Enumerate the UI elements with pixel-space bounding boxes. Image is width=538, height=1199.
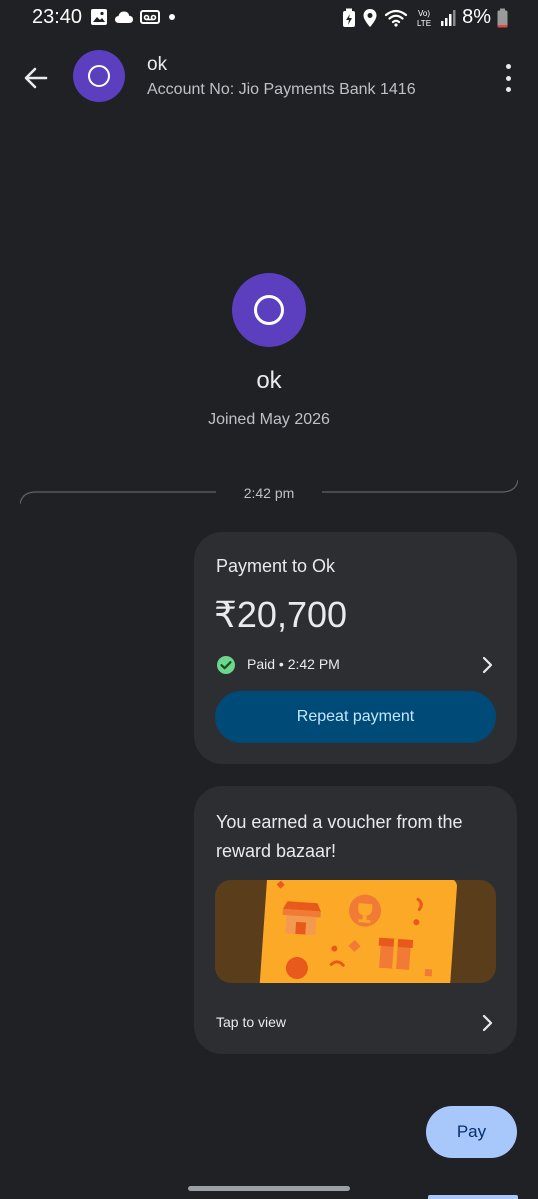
chevron-right-icon bbox=[482, 1014, 493, 1032]
joined-date: Joined May 2026 bbox=[208, 411, 330, 428]
status-notification-icons bbox=[90, 8, 178, 26]
check-circle-icon bbox=[217, 656, 235, 674]
battery-saver-icon bbox=[343, 8, 356, 27]
tap-to-view: Tap to view bbox=[216, 1014, 287, 1030]
payment-status-row[interactable]: Paid • 2:42 PM bbox=[216, 655, 496, 677]
app-bar: ok Account No: Jio Payments Bank 1416 bbox=[0, 48, 538, 108]
payment-status: Paid • 2:42 PM bbox=[247, 656, 340, 672]
account-number: Account No: Jio Payments Bank 1416 bbox=[147, 81, 416, 98]
location-icon bbox=[363, 8, 377, 27]
repeat-payment-button[interactable]: Repeat payment bbox=[215, 691, 496, 743]
battery-percent: 8% bbox=[462, 6, 491, 28]
voucher-card[interactable]: You earned a voucher from the reward baz… bbox=[194, 786, 517, 1054]
back-button[interactable] bbox=[20, 62, 52, 94]
payment-card[interactable]: Payment to Ok ₹20,700 Paid • 2:42 PM Rep… bbox=[194, 532, 517, 764]
gallery-icon bbox=[91, 9, 107, 25]
voucher-illustration[interactable] bbox=[215, 880, 496, 997]
payment-amount: ₹20,700 bbox=[214, 594, 348, 635]
chevron-right-icon bbox=[482, 656, 493, 674]
wifi-icon bbox=[384, 9, 408, 27]
status-system-icons: Vo) LTE 8% bbox=[342, 6, 508, 29]
payment-title: Payment to Ok bbox=[216, 556, 336, 576]
contact-name[interactable]: ok bbox=[147, 54, 167, 76]
avatar-initial-o bbox=[254, 295, 284, 325]
voicemail-icon bbox=[140, 10, 160, 24]
dot-icon bbox=[169, 14, 175, 20]
more-dot-icon bbox=[505, 64, 511, 69]
svg-text:LTE: LTE bbox=[417, 19, 431, 28]
more-dot-icon bbox=[505, 87, 511, 92]
date-divider: 2:42 pm bbox=[20, 480, 518, 508]
signal-icon bbox=[441, 9, 456, 26]
status-bar: 23:40 Vo) LTE 8% bbox=[0, 0, 538, 36]
avatar-initial-o bbox=[88, 65, 110, 87]
pay-button[interactable]: Pay bbox=[426, 1106, 517, 1158]
volte-icon: Vo) LTE bbox=[417, 9, 431, 28]
battery-icon bbox=[497, 8, 508, 27]
svg-text:Vo): Vo) bbox=[418, 9, 430, 18]
status-time: 23:40 bbox=[32, 6, 83, 28]
bottom-sheet-peek bbox=[428, 1195, 518, 1199]
cloud-icon bbox=[115, 11, 133, 23]
more-dot-icon bbox=[505, 75, 511, 81]
more-options-button[interactable] bbox=[500, 64, 516, 92]
profile-avatar bbox=[232, 273, 306, 347]
store-icon bbox=[282, 901, 321, 936]
divider-time: 2:42 pm bbox=[243, 485, 295, 501]
arrow-back-icon bbox=[24, 67, 48, 89]
profile-name: ok bbox=[256, 367, 282, 394]
home-indicator[interactable] bbox=[188, 1186, 350, 1191]
voucher-title: You earned a voucher from the reward baz… bbox=[216, 812, 463, 861]
contact-avatar[interactable] bbox=[73, 50, 125, 102]
